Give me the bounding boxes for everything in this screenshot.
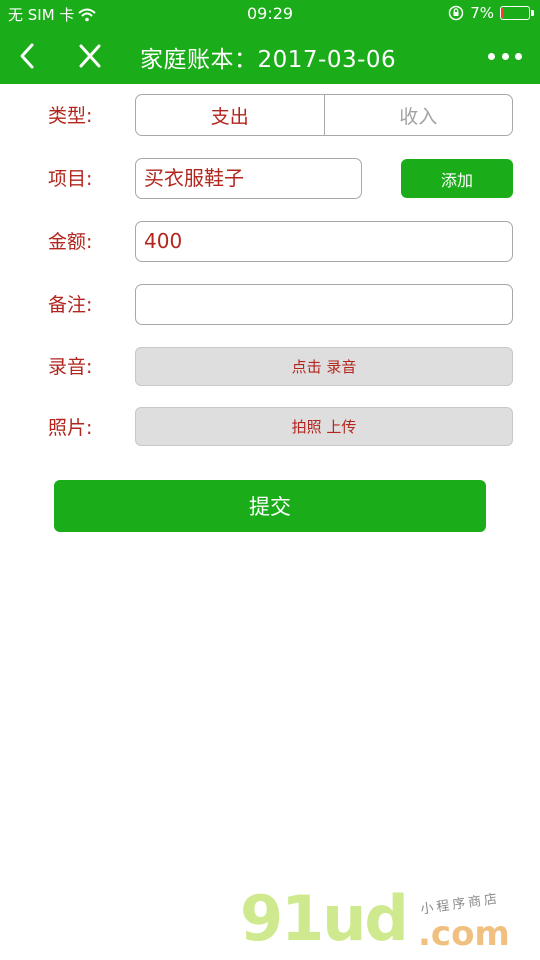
more-button[interactable] [488,42,522,70]
battery-icon [500,6,534,20]
photo-upload-button[interactable]: 拍照 上传 [135,407,513,446]
type-segmented-control: 支出 收入 [135,94,513,136]
amount-input[interactable]: 400 [135,221,513,262]
navigation-bar: 家庭账本：2017-03-06 [0,28,540,84]
submit-button[interactable]: 提交 [54,480,486,532]
status-bar: 无 SIM 卡 09:29 7% [0,0,540,28]
type-option-expense[interactable]: 支出 [136,95,324,135]
note-label: 备注: [48,294,93,316]
close-button[interactable] [74,38,106,74]
item-input-value: 买衣服鞋子 [144,166,244,190]
back-button[interactable] [12,38,44,74]
record-label: 录音: [48,356,93,378]
watermark-logo: 91ud [240,882,409,955]
chevron-left-icon [20,43,34,69]
watermark-tagline: 小程序商店 [419,891,501,918]
amount-input-value: 400 [144,229,183,253]
more-dots-icon [488,52,495,60]
photo-label: 照片: [48,417,93,439]
item-label: 项目: [48,168,93,190]
type-label: 类型: [48,105,93,127]
item-input[interactable]: 买衣服鞋子 [135,158,362,199]
battery-level [502,8,504,18]
watermark-domain: .com [418,914,510,954]
record-button[interactable]: 点击 录音 [135,347,513,386]
note-input[interactable] [135,284,513,325]
amount-label: 金额: [48,231,93,253]
type-option-income[interactable]: 收入 [323,95,513,135]
battery-percent: 7% [470,4,494,22]
rotation-lock-icon [448,5,464,21]
close-icon [79,44,101,68]
header-bar: 无 SIM 卡 09:29 7% 家庭账本：2017-03-06 [0,0,540,84]
add-button[interactable]: 添加 [401,159,513,198]
page-title: 家庭账本：2017-03-06 [140,47,397,73]
